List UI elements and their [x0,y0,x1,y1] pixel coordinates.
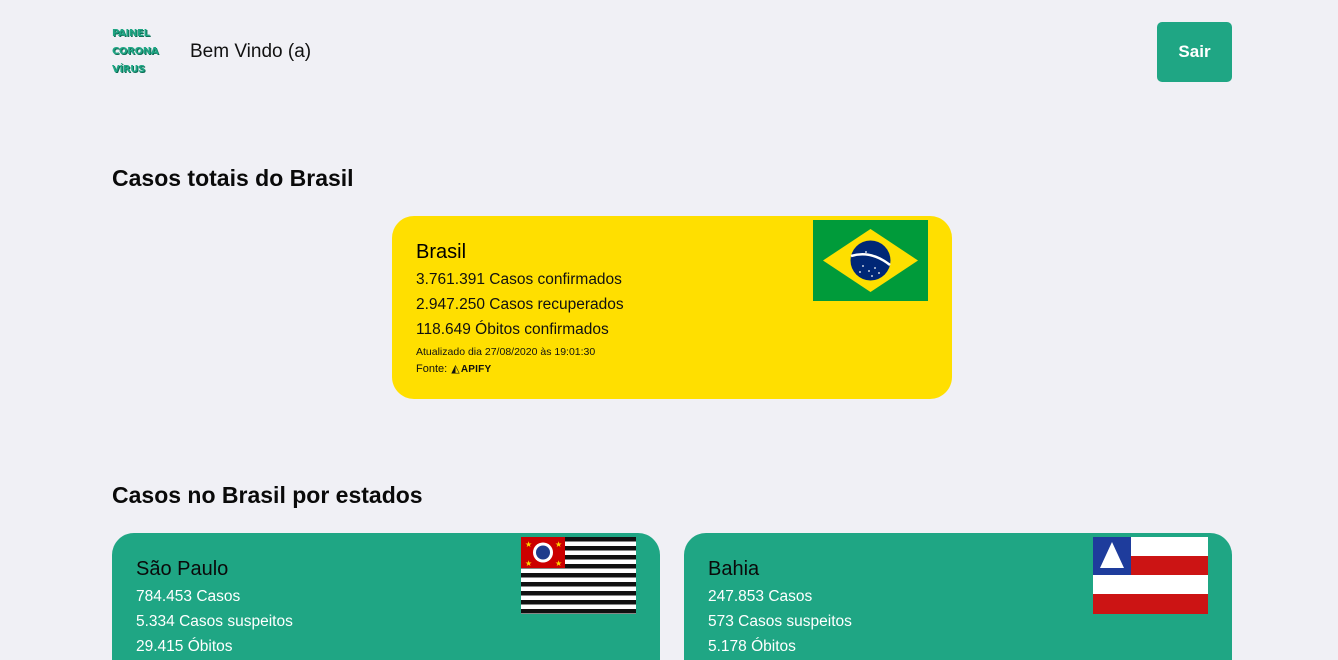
logo-line-3: VÍRUS [112,64,145,75]
state-deaths: 5.178 Óbitos [708,638,796,655]
brasil-card: Brasil 3.761.391 Casos confirmados 2.947… [392,216,952,399]
welcome-text: Bem Vindo (a) [190,41,312,62]
svg-text:★: ★ [525,559,532,568]
states-cases-title: Casos no Brasil por estados [112,482,423,508]
top-header: PAINEL CORONA VÍRUS Bem Vindo (a) Sair [112,22,1232,82]
logout-button[interactable]: Sair [1157,22,1232,82]
state-card-sao-paulo: São Paulo 784.453 Casos 5.334 Casos susp… [112,533,660,660]
svg-text:★: ★ [555,559,562,568]
bahia-flag-icon [1093,537,1208,614]
svg-text:★: ★ [555,540,562,549]
brand: PAINEL CORONA VÍRUS Bem Vindo (a) [112,22,311,82]
painel-corona-virus-logo[interactable]: PAINEL CORONA VÍRUS [112,22,174,82]
source-label: Fonte: [416,362,448,375]
apify-icon: ◭ [451,363,460,375]
logo-line-1: PAINEL [112,28,150,39]
state-suspects: 5.334 Casos suspeitos [136,613,293,630]
svg-text:★: ★ [525,540,532,549]
total-cases-title: Casos totais do Brasil [112,165,354,191]
state-suspects: 573 Casos suspeitos [708,613,852,630]
confirmed-deaths: 118.649 Óbitos confirmados [416,321,609,338]
state-card-bahia: Bahia 247.853 Casos 573 Casos suspeitos … [684,533,1232,660]
logo-line-2: CORONA [112,46,159,57]
sao-paulo-flag-icon: ★ ★ ★ ★ [521,537,636,614]
source-line: Fonte: ◭APIFY [416,362,928,376]
updated-timestamp: Atualizado dia 27/08/2020 às 19:01:30 [416,346,596,358]
apify-logo[interactable]: ◭APIFY [451,362,491,375]
state-deaths: 29.415 Óbitos [136,638,233,655]
brazil-flag-icon [813,220,928,301]
apify-name: APIFY [460,364,492,375]
